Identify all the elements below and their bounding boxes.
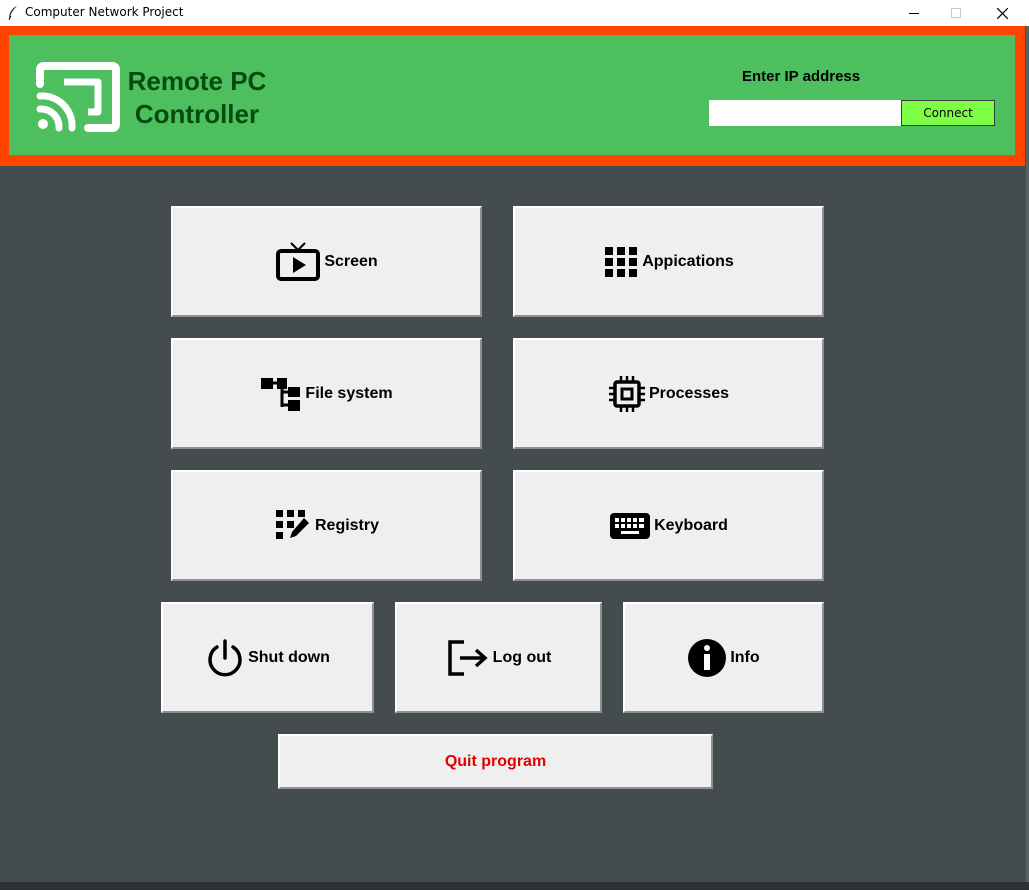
minimize-icon	[909, 13, 919, 14]
shutdown-button[interactable]: Shut down	[161, 602, 374, 713]
minimize-button[interactable]	[891, 0, 937, 26]
keyboard-label: Keyboard	[654, 516, 728, 534]
title-bar: Computer Network Project	[0, 0, 1029, 26]
file-system-label: File system	[305, 384, 393, 402]
registry-label: Registry	[314, 516, 380, 534]
registry-edit-icon	[274, 508, 312, 544]
close-icon	[996, 7, 1008, 19]
applications-label: Appications	[642, 252, 734, 270]
tree-icon	[260, 375, 302, 413]
keyboard-button[interactable]: Keyboard	[513, 470, 824, 581]
info-label: Info	[730, 648, 760, 666]
app-name: Remote PC Controller	[122, 65, 272, 131]
power-icon	[205, 638, 245, 678]
ip-address-input[interactable]	[709, 100, 901, 126]
quit-button[interactable]: Quit program	[278, 734, 713, 789]
file-system-button[interactable]: File system	[171, 338, 482, 449]
maximize-button[interactable]	[933, 0, 979, 26]
processes-label: Processes	[648, 384, 730, 402]
info-icon	[687, 638, 727, 678]
app-name-line2: Controller	[134, 99, 260, 129]
info-button[interactable]: Info	[623, 602, 824, 713]
logout-button[interactable]: Log out	[395, 602, 602, 713]
app-name-line1: Remote PC	[127, 66, 267, 96]
keyboard-icon	[609, 511, 651, 541]
quit-label: Quit program	[444, 752, 547, 770]
taskbar-edge	[0, 882, 1029, 890]
maximize-icon	[951, 8, 961, 18]
processes-button[interactable]: Processes	[513, 338, 824, 449]
grid-icon	[603, 245, 639, 279]
window-title: Computer Network Project	[25, 5, 184, 19]
logout-icon	[446, 639, 490, 677]
chip-icon	[608, 375, 646, 413]
logout-label: Log out	[492, 648, 552, 666]
connect-button[interactable]: Connect	[901, 100, 995, 126]
shutdown-label: Shut down	[248, 648, 330, 666]
screen-button[interactable]: Screen	[171, 206, 482, 317]
screen-label: Screen	[324, 252, 378, 270]
registry-button[interactable]: Registry	[171, 470, 482, 581]
tv-play-icon	[275, 241, 321, 283]
applications-button[interactable]: Appications	[513, 206, 824, 317]
cast-logo-icon	[36, 62, 120, 132]
feather-icon	[8, 6, 17, 21]
ip-label: Enter IP address	[742, 68, 861, 85]
header-panel: Remote PC Controller Enter IP address Co…	[9, 35, 1015, 155]
header-banner: Remote PC Controller Enter IP address Co…	[0, 26, 1025, 166]
close-button[interactable]	[979, 0, 1025, 26]
